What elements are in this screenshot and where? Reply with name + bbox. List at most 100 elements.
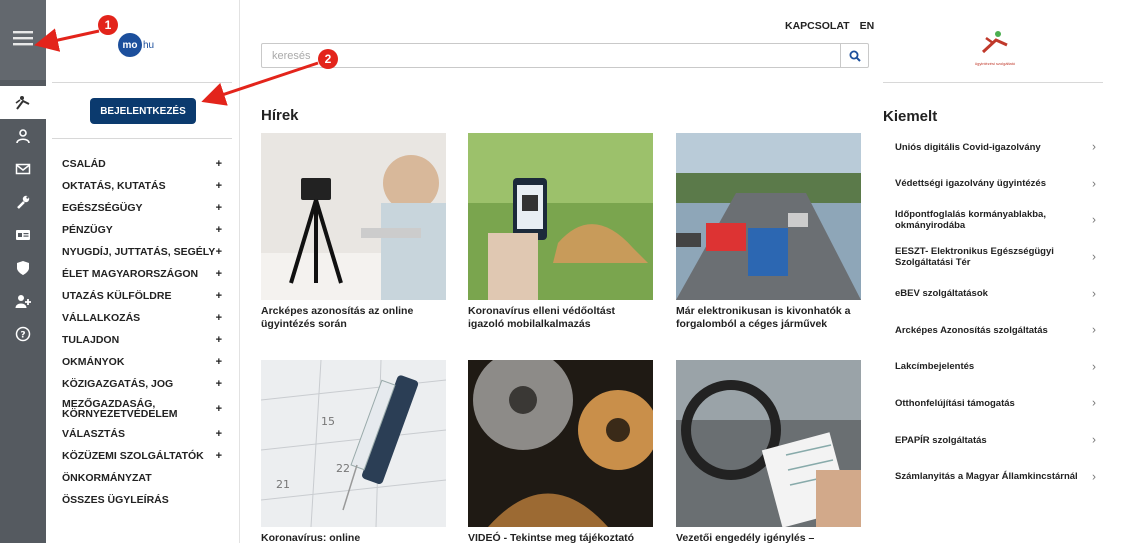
- news-card[interactable]: Koronavírus elleni védőoltást igazoló mo…: [468, 133, 653, 331]
- featured-item[interactable]: Védettségi igazolvány ügyintézés ›: [895, 166, 1100, 203]
- language-switch[interactable]: EN: [860, 20, 875, 32]
- sidebar-category-label: PÉNZÜGY: [62, 224, 113, 236]
- menu-button[interactable]: [0, 0, 46, 80]
- sidebar-category[interactable]: TULAJDON +: [62, 329, 222, 351]
- featured-item[interactable]: Lakcímbejelentés ›: [895, 349, 1100, 386]
- featured-item-label: Számlanyitás a Magyar Államkincstárnál: [895, 471, 1078, 483]
- featured-item-label: Arcképes Azonosítás szolgáltatás: [895, 324, 1048, 336]
- expand-icon[interactable]: +: [216, 158, 222, 170]
- featured-item[interactable]: eBEV szolgáltatások ›: [895, 275, 1100, 312]
- sidebar: mo hu BEJELENTKEZÉS CSALÁD + OKTATÁS, KUTA…: [46, 0, 240, 543]
- news-image[interactable]: [468, 360, 653, 527]
- news-card[interactable]: Arcképes azonosítás az online ügyintézés…: [261, 133, 446, 331]
- sidebar-category[interactable]: KÖZÜZEMI SZOLGÁLTATÓK +: [62, 445, 222, 467]
- sidebar-category[interactable]: ÖNKORMÁNYZAT: [62, 467, 222, 489]
- logo-mo: mo: [118, 33, 142, 57]
- rail-item-add-user[interactable]: [0, 284, 46, 317]
- featured-item-label: Lakcímbejelentés: [895, 361, 975, 373]
- news-image[interactable]: [676, 360, 861, 527]
- news-image[interactable]: [676, 133, 861, 300]
- rail-item-person[interactable]: [0, 86, 46, 119]
- expand-icon[interactable]: +: [216, 180, 222, 192]
- rail-item-security[interactable]: [0, 251, 46, 284]
- sidebar-category[interactable]: ÖSSZES ÜGYLEÍRÁS: [62, 489, 222, 511]
- search-icon: [849, 50, 861, 62]
- sidebar-category-label: ÖNKORMÁNYZAT: [62, 472, 152, 484]
- search-input[interactable]: [262, 44, 840, 67]
- contact-link[interactable]: KAPCSOLAT: [785, 20, 850, 32]
- expand-icon[interactable]: +: [216, 334, 222, 346]
- annotation-marker-1: 1: [98, 15, 118, 35]
- news-caption[interactable]: Koronavírus elleni védőoltást igazoló mo…: [468, 305, 653, 331]
- sidebar-category[interactable]: KÖZIGAZGATÁS, JOG +: [62, 373, 222, 395]
- news-image[interactable]: [261, 133, 446, 300]
- rail-item-help[interactable]: ?: [0, 317, 46, 350]
- icon-rail: ?: [0, 0, 46, 543]
- news-card[interactable]: Vezetői engedély igénylés –: [676, 360, 861, 543]
- featured-item[interactable]: EPAPÍR szolgáltatás ›: [895, 422, 1100, 459]
- sidebar-category[interactable]: VÁLLALKOZÁS +: [62, 307, 222, 329]
- person-icon: [15, 95, 30, 110]
- featured-item[interactable]: Időpontfoglalás kormányablakba, okmányir…: [895, 202, 1100, 239]
- agency-logo[interactable]: ügyintézési szolgáltató: [970, 30, 1020, 66]
- sidebar-category[interactable]: NYUGDÍJ, JUTTATÁS, SEGÉLY +: [62, 241, 222, 263]
- expand-icon[interactable]: +: [216, 404, 222, 415]
- sidebar-category-label: MEZŐGAZDASÁG, KÖRNYEZETVÉDELEM: [62, 398, 178, 420]
- expand-icon[interactable]: +: [216, 290, 222, 302]
- featured-title: Kiemelt: [883, 108, 938, 125]
- news-caption[interactable]: Vezetői engedély igénylés –: [676, 532, 861, 543]
- sidebar-category[interactable]: MEZŐGAZDASÁG, KÖRNYEZETVÉDELEM +: [62, 395, 222, 423]
- sidebar-category[interactable]: OKMÁNYOK +: [62, 351, 222, 373]
- expand-icon[interactable]: +: [216, 312, 222, 324]
- featured-item[interactable]: Uniós digitális Covid-igazolvány ›: [895, 129, 1100, 166]
- agency-logo-mark: [981, 31, 1008, 54]
- news-image[interactable]: [468, 133, 653, 300]
- sidebar-category-label: UTAZÁS KÜLFÖLDRE: [62, 290, 172, 302]
- sidebar-category[interactable]: EGÉSZSÉGÜGY +: [62, 197, 222, 219]
- expand-icon[interactable]: +: [216, 202, 222, 214]
- sidebar-category-label: OKTATÁS, KUTATÁS: [62, 180, 166, 192]
- divider: [52, 82, 232, 83]
- sidebar-category[interactable]: ÉLET MAGYARORSZÁGON +: [62, 263, 222, 285]
- sidebar-category[interactable]: UTAZÁS KÜLFÖLDRE +: [62, 285, 222, 307]
- rail-item-mail[interactable]: [0, 152, 46, 185]
- expand-icon[interactable]: +: [216, 428, 222, 440]
- search-bar: [261, 43, 869, 68]
- sidebar-category[interactable]: CSALÁD +: [62, 153, 222, 175]
- news-caption[interactable]: Már elektronikusan is kivonhatók a forga…: [676, 305, 861, 331]
- site-logo[interactable]: mo hu: [118, 33, 154, 57]
- rail-item-id[interactable]: [0, 218, 46, 251]
- featured-item[interactable]: Számlanyitás a Magyar Államkincstárnál ›: [895, 458, 1100, 495]
- chevron-right-icon: ›: [1092, 286, 1096, 301]
- annotation-marker-2: 2: [318, 49, 338, 69]
- expand-icon[interactable]: +: [216, 356, 222, 368]
- sidebar-category[interactable]: PÉNZÜGY +: [62, 219, 222, 241]
- news-card[interactable]: Már elektronikusan is kivonhatók a forga…: [676, 133, 861, 331]
- expand-icon[interactable]: +: [216, 246, 222, 258]
- news-card[interactable]: VIDEÓ - Tekintse meg tájékoztató: [468, 360, 653, 543]
- featured-item[interactable]: EESZT- Elektronikus Egészségügyi Szolgál…: [895, 239, 1100, 276]
- news-card[interactable]: 15 22 21 Koronavírus: online: [261, 360, 446, 543]
- chevron-right-icon: ›: [1092, 395, 1096, 410]
- news-caption[interactable]: Arcképes azonosítás az online ügyintézés…: [261, 305, 446, 331]
- rail-item-tools[interactable]: [0, 185, 46, 218]
- featured-list: Uniós digitális Covid-igazolvány › Védetts…: [895, 129, 1100, 495]
- rail-item-user[interactable]: [0, 119, 46, 152]
- news-caption[interactable]: Koronavírus: online: [261, 532, 446, 543]
- expand-icon[interactable]: +: [216, 268, 222, 280]
- news-caption[interactable]: VIDEÓ - Tekintse meg tájékoztató: [468, 532, 653, 543]
- sidebar-category-label: ÉLET MAGYARORSZÁGON: [62, 268, 199, 280]
- menu-icon[interactable]: [13, 30, 33, 51]
- login-button[interactable]: BEJELENTKEZÉS: [90, 98, 196, 124]
- sidebar-category[interactable]: VÁLASZTÁS +: [62, 423, 222, 445]
- sidebar-category[interactable]: OKTATÁS, KUTATÁS +: [62, 175, 222, 197]
- featured-item[interactable]: Otthonfelújítási támogatás ›: [895, 385, 1100, 422]
- expand-icon[interactable]: +: [216, 224, 222, 236]
- sidebar-category-label: CSALÁD: [62, 158, 106, 170]
- search-button[interactable]: [840, 44, 868, 67]
- expand-icon[interactable]: +: [216, 378, 222, 390]
- news-image[interactable]: 15 22 21: [261, 360, 446, 527]
- expand-icon[interactable]: +: [216, 450, 222, 462]
- sidebar-category-label: KÖZÜZEMI SZOLGÁLTATÓK: [62, 450, 204, 462]
- featured-item[interactable]: Arcképes Azonosítás szolgáltatás ›: [895, 312, 1100, 349]
